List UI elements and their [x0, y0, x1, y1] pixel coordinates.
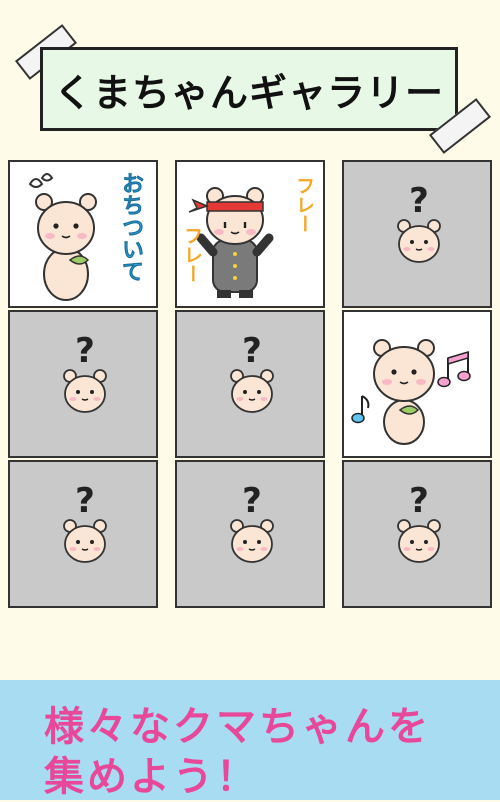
- gallery-cell-7[interactable]: ?: [8, 460, 158, 608]
- promo-text-line-2: 集めよう！: [44, 754, 259, 800]
- gallery-cell-1[interactable]: おちついて: [8, 160, 158, 308]
- gallery-cell-8[interactable]: ?: [175, 460, 325, 608]
- calm-down-label: おちついて: [118, 172, 144, 283]
- title-box: くまちゃんギャラリー: [40, 47, 458, 131]
- cheer-label-bottom: フレー: [181, 226, 203, 283]
- title-banner: くまちゃんギャラリー: [0, 0, 500, 160]
- question-mark-icon: ?: [242, 331, 262, 371]
- gallery-cell-4[interactable]: ?: [8, 310, 158, 458]
- gallery-cell-9[interactable]: ?: [342, 460, 492, 608]
- music-note-icon: [437, 350, 471, 388]
- gallery-cell-6[interactable]: [342, 310, 492, 458]
- locked-bear-icon: ?: [63, 331, 107, 413]
- cheer-label-top: フレー: [293, 176, 315, 233]
- page-title: くまちゃんギャラリー: [53, 70, 444, 115]
- gallery-grid: おちついて フレー フレー ? ? ? ? ? ?: [8, 160, 493, 610]
- question-mark-icon: ?: [75, 331, 95, 371]
- music-note-icon: [351, 395, 370, 424]
- locked-bear-icon: ?: [397, 481, 441, 563]
- singing-bear-icon: [351, 339, 471, 445]
- question-mark-icon: ?: [242, 481, 262, 521]
- gallery-cell-2[interactable]: フレー フレー: [175, 160, 325, 308]
- question-mark-icon: ?: [409, 181, 429, 221]
- locked-bear-icon: ?: [230, 481, 274, 563]
- gallery-cell-5[interactable]: ?: [175, 310, 325, 458]
- locked-bear-icon: ?: [397, 181, 441, 263]
- locked-bear-icon: ?: [230, 331, 274, 413]
- gallery-cell-3[interactable]: ?: [342, 160, 492, 308]
- question-mark-icon: ?: [409, 481, 429, 521]
- locked-bear-icon: ?: [63, 481, 107, 563]
- question-mark-icon: ?: [75, 481, 95, 521]
